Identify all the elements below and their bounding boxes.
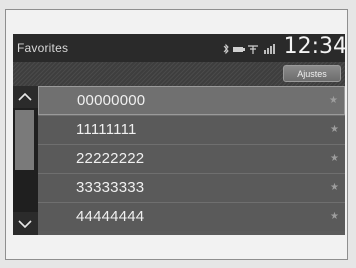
toolbar: Ajustes <box>13 62 345 86</box>
star-icon: ★ <box>330 124 339 135</box>
favorite-number: 11111111 <box>76 121 137 138</box>
chevron-down-icon <box>18 220 32 228</box>
network-icon <box>264 44 275 54</box>
chevron-up-icon <box>18 93 32 101</box>
favorite-item[interactable]: 44444444 ★ <box>38 202 345 231</box>
favorite-item[interactable]: 22222222 ★ <box>38 144 345 173</box>
favorite-number: 33333333 <box>76 179 145 196</box>
star-icon: ★ <box>330 153 339 164</box>
scroll-column <box>13 86 38 235</box>
bluetooth-icon <box>223 43 229 55</box>
scroll-down-button[interactable] <box>13 212 38 235</box>
star-icon: ★ <box>330 211 339 222</box>
favorite-number: 00000000 <box>77 92 146 109</box>
signal-icon <box>233 47 245 52</box>
star-icon: ★ <box>330 182 339 193</box>
page-title: Favorites <box>17 41 69 55</box>
status-bar: Favorites 12:34 <box>13 34 345 62</box>
favorite-number: 22222222 <box>76 150 145 167</box>
star-icon: ★ <box>329 95 338 106</box>
favorite-number: 44444444 <box>76 208 145 225</box>
favorite-item[interactable]: 33333333 ★ <box>38 173 345 202</box>
scroll-up-button[interactable] <box>13 86 38 108</box>
battery-icon <box>248 45 258 54</box>
clock: 12:34 <box>283 34 345 59</box>
favorite-item[interactable]: 11111111 ★ <box>38 115 345 144</box>
adjust-button[interactable]: Ajustes <box>283 65 341 82</box>
infotainment-screen: Favorites 12:34 Ajustes 00000000 ★ 11111… <box>13 34 345 235</box>
favorites-list: 00000000 ★ 11111111 ★ 22222222 ★ 3333333… <box>38 86 345 235</box>
favorite-item[interactable]: 00000000 ★ <box>38 86 345 115</box>
scrollbar-thumb[interactable] <box>15 110 34 170</box>
